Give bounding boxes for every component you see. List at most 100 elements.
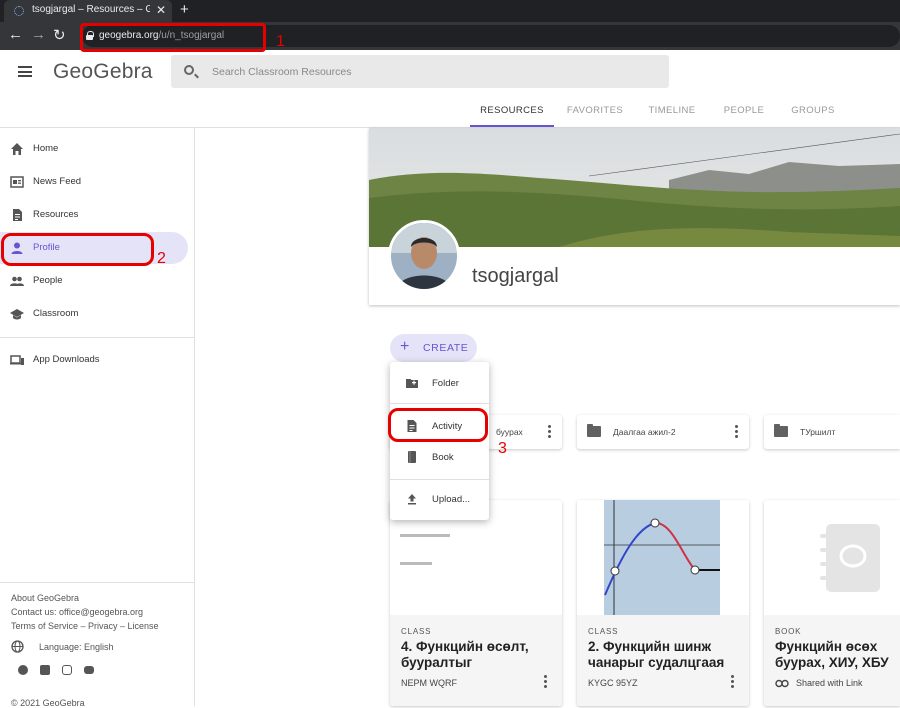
back-arrow-icon[interactable]: ← — [8, 26, 23, 43]
devices-icon — [10, 355, 24, 365]
document-icon — [13, 209, 22, 221]
tab-favorites[interactable]: FAVORITES — [560, 96, 630, 127]
tab-resources[interactable]: RESOURCES — [470, 96, 554, 127]
tab-people[interactable]: PEOPLE — [716, 96, 772, 127]
upload-icon — [408, 494, 416, 505]
home-icon — [11, 143, 23, 155]
legal-links[interactable]: Terms of Service – Privacy – License — [11, 621, 159, 631]
menu-item-label: Upload... — [432, 494, 471, 505]
annotation-box-url — [80, 23, 266, 52]
globe-icon — [11, 640, 24, 653]
more-options-icon[interactable] — [548, 425, 551, 438]
twitter-icon[interactable] — [40, 665, 50, 675]
menu-divider — [390, 479, 489, 480]
menu-item-book[interactable]: Book — [390, 442, 489, 472]
menu-item-label: Folder — [432, 378, 459, 389]
sidebar-item-people[interactable]: People — [0, 265, 188, 297]
class-code: NEPM WQRF — [401, 678, 457, 688]
annotation-box-activity — [388, 408, 488, 442]
sidebar-item-app-downloads[interactable]: App Downloads — [0, 344, 188, 376]
card-meta: CLASS 4. Функцийн өсөлт, буурaлтыг NEPM … — [390, 615, 562, 706]
sidebar-item-label: App Downloads — [33, 354, 100, 365]
profile-avatar[interactable] — [388, 220, 460, 292]
card-title[interactable]: 2. Функцийн шинж чанарыг судалцгаая — [588, 639, 738, 671]
sidebar-item-label: Resources — [33, 209, 79, 220]
menu-item-label: Book — [432, 452, 454, 463]
new-folder-icon — [406, 379, 418, 388]
browser-tab[interactable]: tsogjargal – Resources – GeoGebra ✕ — [4, 0, 172, 22]
contact-link[interactable]: Contact us: office@geogebra.org — [11, 607, 143, 617]
avatar-photo — [391, 223, 457, 289]
profile-username: tsogjargal — [472, 265, 559, 287]
card-meta: BOOK Функцийн өсөх буурах, ХИУ, ХБУ Shar… — [764, 615, 900, 706]
sidebar-divider — [0, 337, 195, 338]
sidebar: Home News Feed Resources Profile People … — [0, 128, 195, 706]
forward-arrow-icon[interactable]: → — [31, 26, 46, 43]
function-graph-thumbnail — [604, 500, 720, 615]
link-icon — [775, 679, 789, 688]
copyright: © 2021 GeoGebra — [11, 698, 85, 708]
card-title[interactable]: Функцийн өсөх буурах, ХИУ, ХБУ — [775, 639, 897, 671]
create-button-label: CREATE — [423, 342, 469, 354]
card-title[interactable]: 4. Функцийн өсөлт, буурaлтыг — [401, 639, 551, 671]
folder-label: Даалгаа ажил-2 — [613, 427, 676, 437]
annotation-box-profile — [1, 233, 154, 266]
card-type: CLASS — [588, 627, 619, 636]
more-options-icon[interactable] — [544, 675, 547, 688]
tab-groups[interactable]: GROUPS — [782, 96, 844, 127]
browser-tab-title: tsogjargal – Resources – GeoGebra — [32, 4, 150, 15]
book-icon — [820, 524, 880, 592]
menu-divider — [390, 403, 489, 404]
class-code: KYGC 95YZ — [588, 678, 638, 688]
sidebar-item-label: News Feed — [33, 176, 82, 187]
facebook-icon[interactable] — [18, 665, 28, 675]
sidebar-item-home[interactable]: Home — [0, 133, 188, 165]
folder-item[interactable]: Даалгаа ажил-2 — [577, 415, 749, 449]
menu-item-folder[interactable]: Folder — [390, 368, 489, 398]
about-link[interactable]: About GeoGebra — [11, 593, 79, 603]
resource-card[interactable]: BOOK Функцийн өсөх буурах, ХИУ, ХБУ Shar… — [764, 500, 900, 706]
reload-icon[interactable]: ↻ — [53, 26, 66, 44]
graduation-cap-icon — [10, 309, 24, 320]
tab-timeline[interactable]: TIMELINE — [638, 96, 706, 127]
people-icon — [10, 276, 24, 286]
instagram-icon[interactable] — [62, 665, 72, 675]
language-selector[interactable]: Language: English — [39, 642, 114, 652]
youtube-icon[interactable] — [84, 666, 94, 674]
folder-icon — [587, 424, 601, 437]
sidebar-footer-divider — [0, 582, 195, 583]
menu-item-upload[interactable]: Upload... — [390, 484, 489, 514]
close-tab-icon[interactable]: ✕ — [156, 3, 166, 17]
share-status: Shared with Link — [796, 678, 863, 688]
folder-label: ТУршилт — [800, 427, 836, 437]
sidebar-item-label: Home — [33, 143, 59, 154]
geogebra-favicon-icon — [14, 6, 24, 16]
search-input[interactable]: Search Classroom Resources — [171, 55, 669, 88]
sidebar-item-label: Classroom — [33, 308, 79, 319]
resource-card[interactable]: CLASS 4. Функцийн өсөлт, буурaлтыг NEPM … — [390, 500, 562, 706]
card-type: CLASS — [401, 627, 432, 636]
annotation-number-3: 3 — [498, 440, 507, 457]
book-icon — [408, 451, 416, 463]
search-icon — [184, 65, 194, 75]
menu-hamburger-icon[interactable] — [18, 66, 32, 77]
sidebar-item-classroom[interactable]: Classroom — [0, 298, 188, 330]
resource-card[interactable]: CLASS 2. Функцийн шинж чанарыг судалцгаа… — [577, 500, 749, 706]
newsfeed-icon — [10, 176, 24, 188]
card-meta: CLASS 2. Функцийн шинж чанарыг судалцгаа… — [577, 615, 749, 706]
create-button[interactable]: + CREATE — [390, 334, 477, 362]
geogebra-logo[interactable]: GeoGebra — [53, 60, 153, 84]
folder-icon — [774, 424, 788, 437]
browser-tab-strip: tsogjargal – Resources – GeoGebra ✕ + — [0, 0, 900, 22]
sidebar-item-news-feed[interactable]: News Feed — [0, 166, 188, 198]
annotation-number-2: 2 — [157, 250, 166, 267]
sidebar-item-resources[interactable]: Resources — [0, 199, 188, 231]
card-thumbnail — [577, 500, 749, 615]
new-tab-button[interactable]: + — [180, 1, 189, 18]
search-placeholder: Search Classroom Resources — [212, 66, 352, 78]
sidebar-item-label: People — [33, 275, 63, 286]
more-options-icon[interactable] — [731, 675, 734, 688]
folder-item[interactable]: ТУршилт — [764, 415, 900, 449]
card-thumbnail — [764, 500, 900, 615]
more-options-icon[interactable] — [735, 425, 738, 438]
